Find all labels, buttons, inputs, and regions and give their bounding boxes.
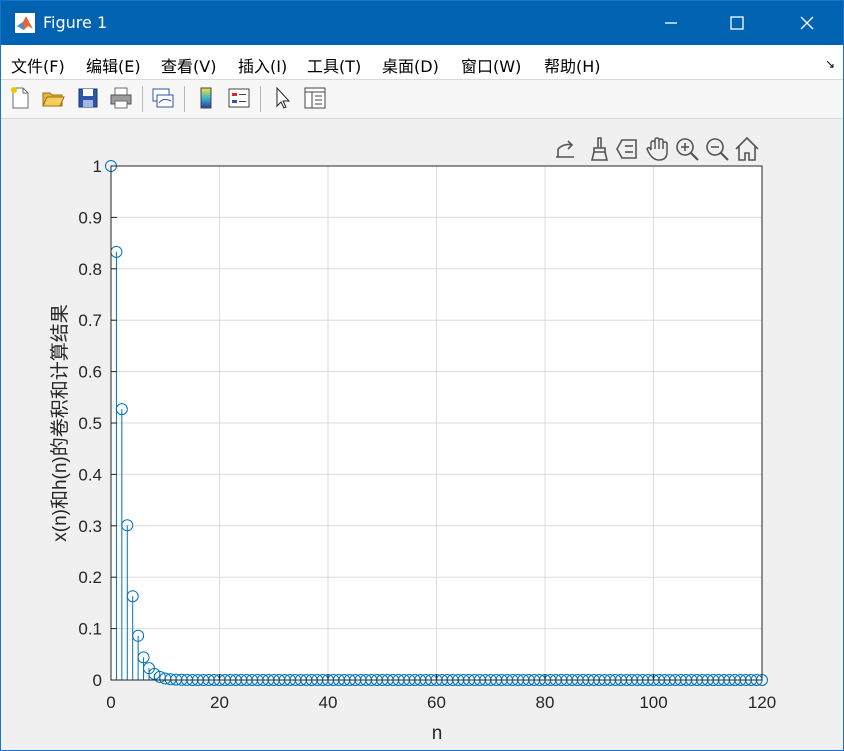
x-tick-label: 0	[106, 693, 115, 712]
x-tick-label: 40	[319, 693, 338, 712]
y-tick-label: 0	[93, 671, 102, 690]
y-tick-label: 0.8	[78, 260, 102, 279]
y-tick-label: 0.7	[78, 311, 102, 330]
x-tick-label: 100	[639, 693, 667, 712]
y-tick-label: 0.6	[78, 363, 102, 382]
y-tick-label: 0.4	[78, 465, 102, 484]
y-tick-label: 0.5	[78, 414, 102, 433]
y-tick-label: 0.3	[78, 517, 102, 536]
y-tick-label: 0.1	[78, 620, 102, 639]
x-tick-label: 120	[748, 693, 776, 712]
y-axis-label: x(n)和h(n)的卷积和计算结果	[49, 304, 71, 542]
y-tick-label: 0.9	[78, 208, 102, 227]
y-tick-label: 1	[93, 157, 102, 176]
x-axis-label: n	[432, 723, 443, 744]
stem-plot: 0 20 40 60 80 100 120 0 0.1 0.2 0.3 0.4 0.5 0.6 0.7 0.8…	[49, 157, 776, 744]
x-tick-label: 80	[536, 693, 555, 712]
x-tick-label: 60	[427, 693, 446, 712]
x-tick-label: 20	[210, 693, 229, 712]
y-tick-label: 0.2	[78, 568, 102, 587]
